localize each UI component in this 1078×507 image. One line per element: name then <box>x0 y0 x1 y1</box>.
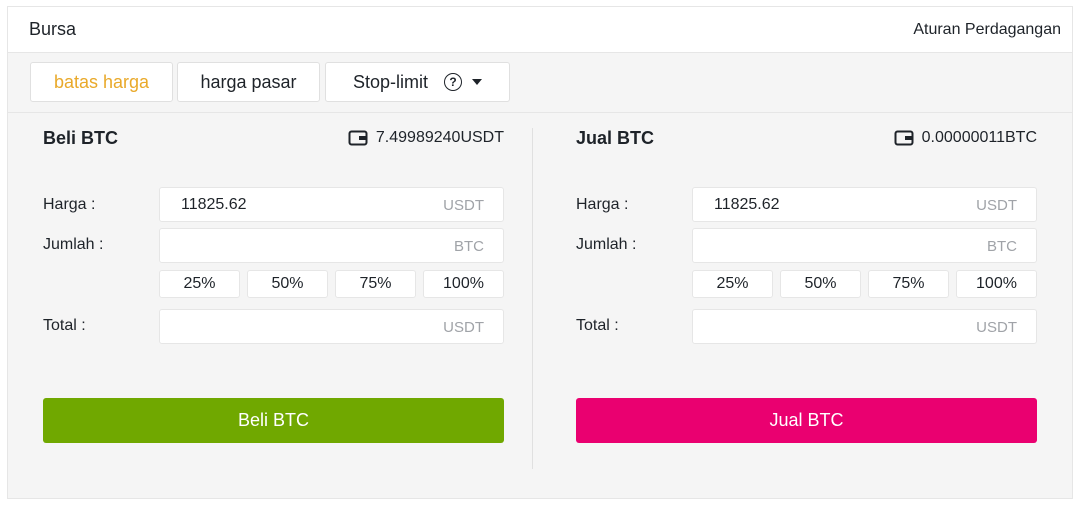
buy-amount-unit: BTC <box>454 238 484 255</box>
panel-title: Bursa <box>29 19 77 39</box>
buy-pct-25-button[interactable]: 25% <box>159 270 240 298</box>
sell-total-input[interactable]: USDT <box>692 309 1037 344</box>
trading-rules-link[interactable]: Aturan Perdagangan <box>913 21 1061 39</box>
buy-pct-100-button[interactable]: 100% <box>423 270 504 298</box>
buy-balance: 7.49989240USDT <box>348 129 504 147</box>
sell-amount-label: Jumlah : <box>576 236 637 253</box>
buy-total-unit: USDT <box>443 319 484 336</box>
buy-amount-label: Jumlah : <box>43 236 104 253</box>
buy-total-input[interactable]: USDT <box>159 309 504 344</box>
divider <box>532 128 533 469</box>
wallet-icon <box>894 130 914 146</box>
sell-pct-50-button[interactable]: 50% <box>780 270 861 298</box>
sell-amount-input[interactable]: BTC <box>692 228 1037 263</box>
buy-button[interactable]: Beli BTC <box>43 398 504 443</box>
tab-stop-limit[interactable]: Stop-limit ? <box>325 62 510 102</box>
buy-balance-value: 7.49989240USDT <box>375 129 504 146</box>
tab-market-label: harga pasar <box>200 71 297 92</box>
sell-pct-100-button[interactable]: 100% <box>956 270 1037 298</box>
tab-limit[interactable]: batas harga <box>30 62 173 102</box>
buy-price-input[interactable]: 11825.62 USDT <box>159 187 504 222</box>
buy-title: Beli BTC <box>43 128 119 148</box>
sell-total-unit: USDT <box>976 319 1017 336</box>
buy-pct-50-button[interactable]: 50% <box>247 270 328 298</box>
sell-title: Jual BTC <box>576 128 655 148</box>
chevron-down-icon[interactable] <box>472 79 482 85</box>
sell-balance-value: 0.00000011BTC <box>921 129 1037 146</box>
wallet-icon <box>348 130 368 146</box>
tab-market[interactable]: harga pasar <box>177 62 320 102</box>
sell-price-value: 11825.62 <box>714 196 780 213</box>
sell-button[interactable]: Jual BTC <box>576 398 1037 443</box>
buy-amount-input[interactable]: BTC <box>159 228 504 263</box>
buy-price-unit: USDT <box>443 197 484 214</box>
sell-pct-75-button[interactable]: 75% <box>868 270 949 298</box>
buy-pct-75-button[interactable]: 75% <box>335 270 416 298</box>
sell-pct-25-button[interactable]: 25% <box>692 270 773 298</box>
sell-balance: 0.00000011BTC <box>894 129 1037 147</box>
panel-header: Bursa Aturan Perdagangan <box>8 7 1072 53</box>
help-icon[interactable]: ? <box>444 73 462 91</box>
sell-price-unit: USDT <box>976 197 1017 214</box>
buy-total-label: Total : <box>43 317 86 334</box>
buy-price-label: Harga : <box>43 196 96 213</box>
tab-limit-label: batas harga <box>53 71 150 92</box>
sell-price-label: Harga : <box>576 196 629 213</box>
sell-price-input[interactable]: 11825.62 USDT <box>692 187 1037 222</box>
order-type-tabs: batas harga harga pasar Stop-limit ? <box>8 53 1072 113</box>
sell-total-label: Total : <box>576 317 619 334</box>
buy-price-value: 11825.62 <box>181 196 247 213</box>
tab-stop-limit-label: Stop-limit <box>352 71 428 92</box>
sell-amount-unit: BTC <box>987 238 1017 255</box>
